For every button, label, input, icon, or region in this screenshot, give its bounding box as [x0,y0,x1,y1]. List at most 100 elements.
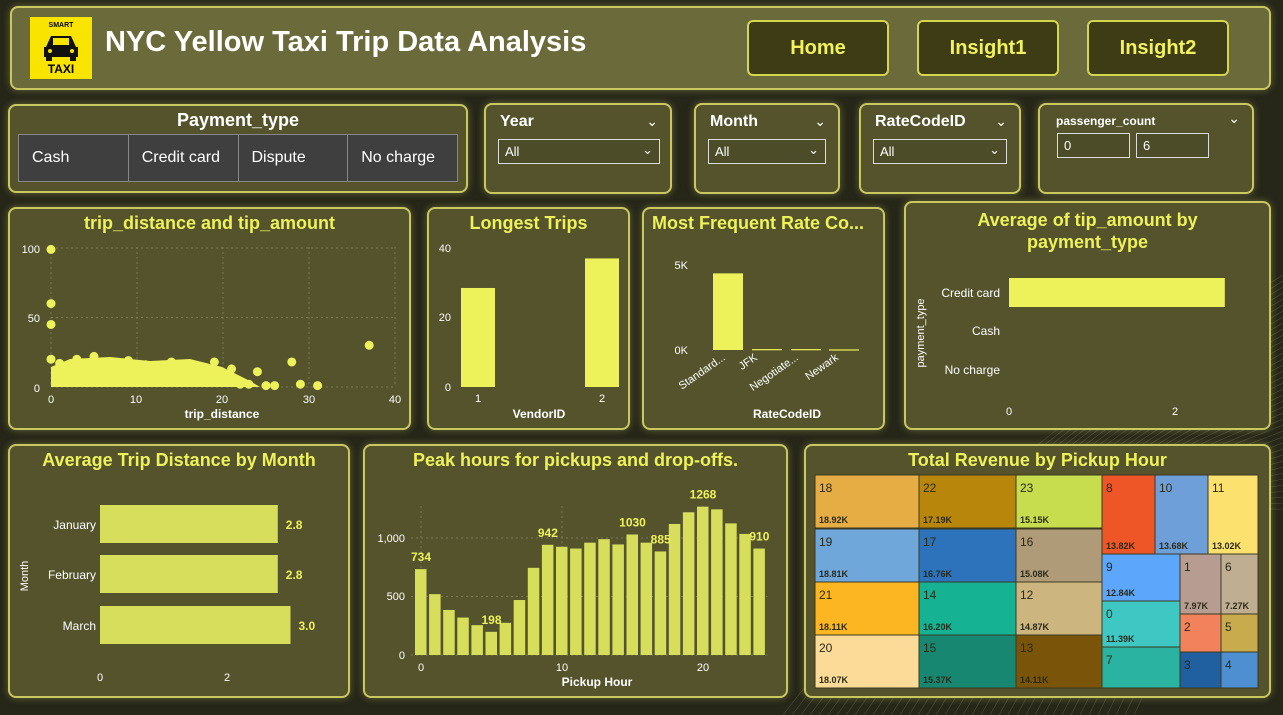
scatter-xtick: 20 [216,394,228,406]
month-category: January [53,518,96,532]
payment-option-cash[interactable]: Cash [19,135,129,181]
scatter-point [80,361,90,371]
peak-bar [711,509,723,655]
month-category: February [48,568,96,582]
month-bar [100,606,291,644]
ratecode-chart-panel: Most Frequent Rate Co... 5K 0K Standard.… [642,207,885,430]
scatter-point [123,356,133,366]
longest-bar [585,258,619,387]
peak-bar [499,622,512,655]
scatter-point [364,340,374,350]
payment-type-slicer: Payment_type Cash Credit card Dispute No… [8,104,468,193]
nav-insight2-button[interactable]: Insight2 [1087,20,1229,76]
treemap-cell-value: 7.97K [1184,601,1209,611]
treemap-cell-label: 15 [923,641,937,655]
scatter-xtick: 30 [303,394,315,406]
treemap-cell-label: 18 [819,481,833,495]
scatter-point [46,354,56,364]
scatter-point [244,379,254,389]
treemap-cell-value: 18.07K [819,675,849,685]
treemap-cell-value: 14.11K [1020,675,1049,685]
treemap-cell-value: 15.37K [923,675,953,685]
month-distance-panel: Average Trip Distance by Month Month Jan… [8,444,350,698]
year-dropdown[interactable]: All ⌄ [498,139,660,164]
month-xtick: 2 [224,672,230,684]
chevron-down-icon[interactable]: ⌄ [1228,110,1240,127]
chevron-down-icon[interactable]: ⌄ [995,113,1007,130]
peak-x-axis-label: Pickup Hour [562,675,633,689]
scatter-point [141,360,151,370]
passenger-max-input[interactable]: 6 [1136,133,1209,158]
scatter-ytick: 0 [34,383,40,395]
treemap-cell-label: 17 [923,535,937,549]
month-bar [100,505,278,543]
scatter-point [166,357,176,367]
treemap-cell-value: 16.20K [923,622,953,632]
peak-bar [513,600,526,655]
treemap-cell-label: 10 [1159,481,1173,495]
treemap-cell-label: 5 [1225,620,1232,634]
scatter-chart: 100 50 0 0 10 20 30 40 trip_distance [22,244,401,421]
month-y-axis-label: Month [19,561,31,592]
peak-bar [457,617,469,655]
tip-xtick: 2 [1172,406,1178,418]
month-slicer: Month ⌄ All ⌄ [694,103,840,194]
scatter-point [218,375,228,385]
nav-home-button[interactable]: Home [747,20,889,76]
tip-category: No charge [945,363,1001,377]
peak-ytick: 0 [399,650,405,662]
ratecode-chart: 5K 0K Standard... JFK Negotiate... Newar… [675,260,859,421]
ratecode-xtick: Newark [803,351,841,383]
scatter-point [192,369,202,379]
peak-bar [612,544,624,655]
treemap-cell-value: 16.76K [923,569,953,579]
longest-ytick: 20 [439,312,451,324]
ratecode-label: RateCodeID [875,113,966,130]
treemap-cell-value: 18.81K [819,569,849,579]
scatter-point [209,357,219,367]
scatter-point [201,372,211,382]
treemap-cell-label: 23 [1020,481,1034,495]
treemap-cell-label: 19 [819,535,833,549]
scatter-xtick: 40 [389,394,401,406]
payment-option-no-charge[interactable]: No charge [348,135,457,181]
peak-data-label: 734 [411,550,431,564]
treemap-cell-label: 6 [1225,560,1232,574]
treemap-cell-label: 20 [819,641,833,655]
scatter-point [46,319,56,329]
payment-option-credit-card[interactable]: Credit card [128,135,239,181]
peak-xtick: 10 [556,662,568,674]
chevron-down-icon: ⌄ [989,142,1000,157]
peak-bar [527,567,540,655]
peak-hours-panel: Peak hours for pickups and drop-offs. 0 … [363,444,788,698]
payment-option-dispute[interactable]: Dispute [238,135,349,181]
scatter-point [132,368,142,378]
passenger-count-label: passenger_count [1056,114,1156,128]
tip-category: Cash [972,324,1000,338]
month-category: March [63,619,96,633]
treemap-cell-value: 18.92K [819,515,849,525]
month-dropdown[interactable]: All ⌄ [708,139,826,164]
treemap-cell-label: 16 [1020,535,1034,549]
treemap-cell-value: 14.87K [1020,622,1050,632]
peak-bar [471,625,483,655]
scatter-point [261,381,271,391]
chevron-down-icon[interactable]: ⌄ [646,113,658,130]
treemap-cell-label: 12 [1020,588,1034,602]
tip-bar [1009,278,1225,307]
year-slicer: Year ⌄ All ⌄ [484,103,672,194]
tip-by-payment-panel: Average of tip_amount by payment_type pa… [904,201,1271,430]
scatter-point [227,364,237,374]
peak-bar [570,548,582,655]
scatter-point [295,379,305,389]
treemap-cell-label: 0 [1106,607,1113,621]
logo-text-top: SMART [49,22,75,29]
nav-insight1-button[interactable]: Insight1 [917,20,1059,76]
treemap-cell-label: 1 [1184,560,1191,574]
peak-bar [697,506,709,655]
scatter-point [55,358,65,368]
ratecode-dropdown[interactable]: All ⌄ [873,139,1007,164]
passenger-min-input[interactable]: 0 [1057,133,1130,158]
chevron-down-icon[interactable]: ⌄ [814,113,826,130]
scatter-point [313,381,323,391]
